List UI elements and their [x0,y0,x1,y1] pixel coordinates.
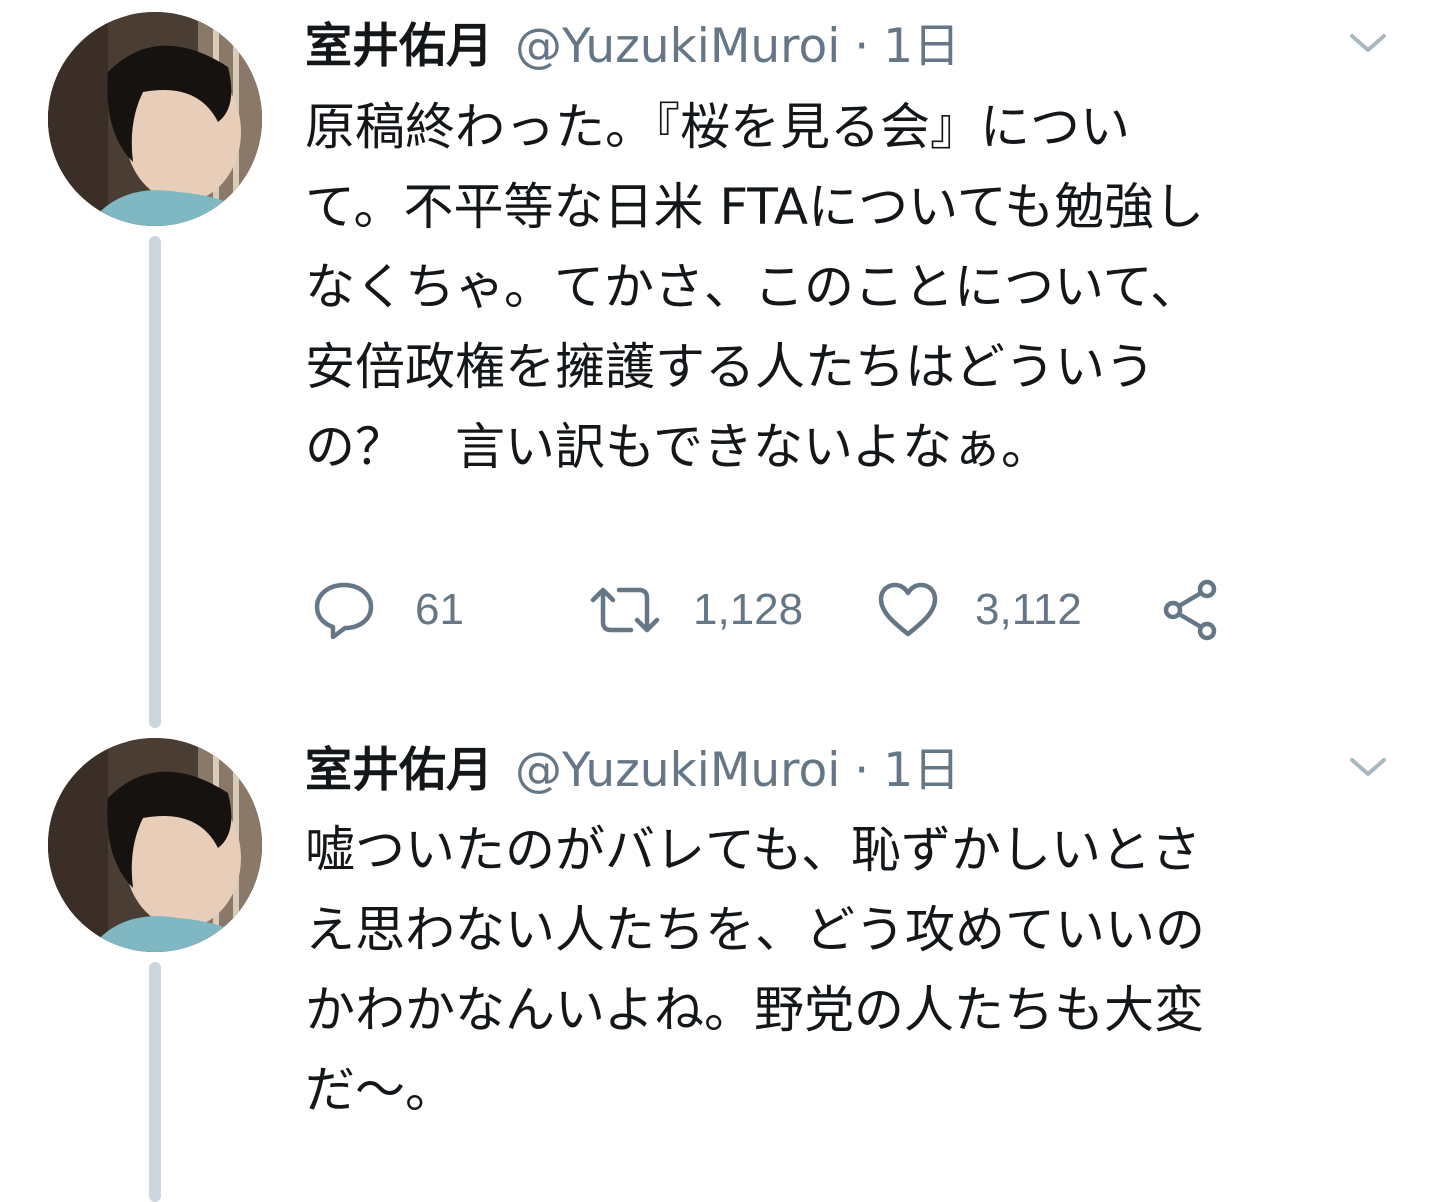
tweet-text-line: え思わない人たちを、どう攻めていいの [305,901,1205,959]
chevron-down-icon[interactable] [1346,28,1390,58]
chevron-down-icon[interactable] [1346,752,1390,782]
timestamp[interactable]: 1日 [883,14,960,80]
separator-dot: · [854,743,870,798]
separator-dot: · [854,19,870,74]
author-name[interactable]: 室井佑月 [305,738,493,804]
tweet-text: 嘘ついたのがバレても、恥ずかしいとさ え思わない人たちを、どう攻めていいの かわ… [305,810,1400,1130]
avatar[interactable] [48,738,262,952]
avatar-image [48,738,262,952]
retweet-count: 1,128 [693,585,804,634]
tweet[interactable]: 室井佑月 @YuzukiMuroi · 1日 原稿終わった。『桜を見る会』につい… [0,0,1439,730]
tweet-text: 原稿終わった。『桜を見る会』につい て。不平等な日米 FTAについても勉強し な… [305,87,1400,487]
timestamp[interactable]: 1日 [883,738,960,804]
retweet-icon [590,587,660,633]
tweet-text-line: なくちゃ。てかさ、このことについて、 [305,258,1200,316]
reply-button[interactable]: 61 [313,570,464,650]
thread-line [149,236,161,728]
share-icon [1163,579,1217,641]
reply-count: 61 [415,585,464,634]
retweet-button[interactable]: 1,128 [589,570,803,650]
tweet-header: 室井佑月 @YuzukiMuroi · 1日 [305,14,960,80]
tweet-text-line: 原稿終わった。『桜を見る会』につい [305,98,1130,156]
tweet-text-line: 嘘ついたのがバレても、恥ずかしいとさ [305,821,1201,879]
reply-icon [314,582,374,639]
author-name[interactable]: 室井佑月 [305,14,493,80]
tweet-text-line: の？ 言い訳もできないよなぁ。 [305,418,1051,476]
tweet-header: 室井佑月 @YuzukiMuroi · 1日 [305,738,960,804]
avatar-image [48,12,262,226]
share-button[interactable] [1161,570,1223,650]
tweet-text-line: て。不平等な日米 FTAについても勉強し [305,178,1205,236]
author-handle[interactable]: @YuzukiMuroi [515,738,840,804]
tweet[interactable]: 室井佑月 @YuzukiMuroi · 1日 嘘ついたのがバレても、恥ずかしいと… [0,730,1439,1202]
tweet-text-line: だ〜。 [305,1061,455,1119]
like-count: 3,112 [975,585,1082,634]
tweet-actions: 61 1,128 3,112 [305,570,1405,650]
tweet-text-line: かわかなんいよね。野党の人たちも大変 [305,981,1204,1039]
like-button[interactable]: 3,112 [877,570,1082,650]
author-handle[interactable]: @YuzukiMuroi [515,14,840,80]
thread-line [149,962,161,1202]
tweet-text-line: 安倍政権を擁護する人たちはどういう [305,338,1155,396]
avatar[interactable] [48,12,262,226]
like-icon [878,582,938,637]
